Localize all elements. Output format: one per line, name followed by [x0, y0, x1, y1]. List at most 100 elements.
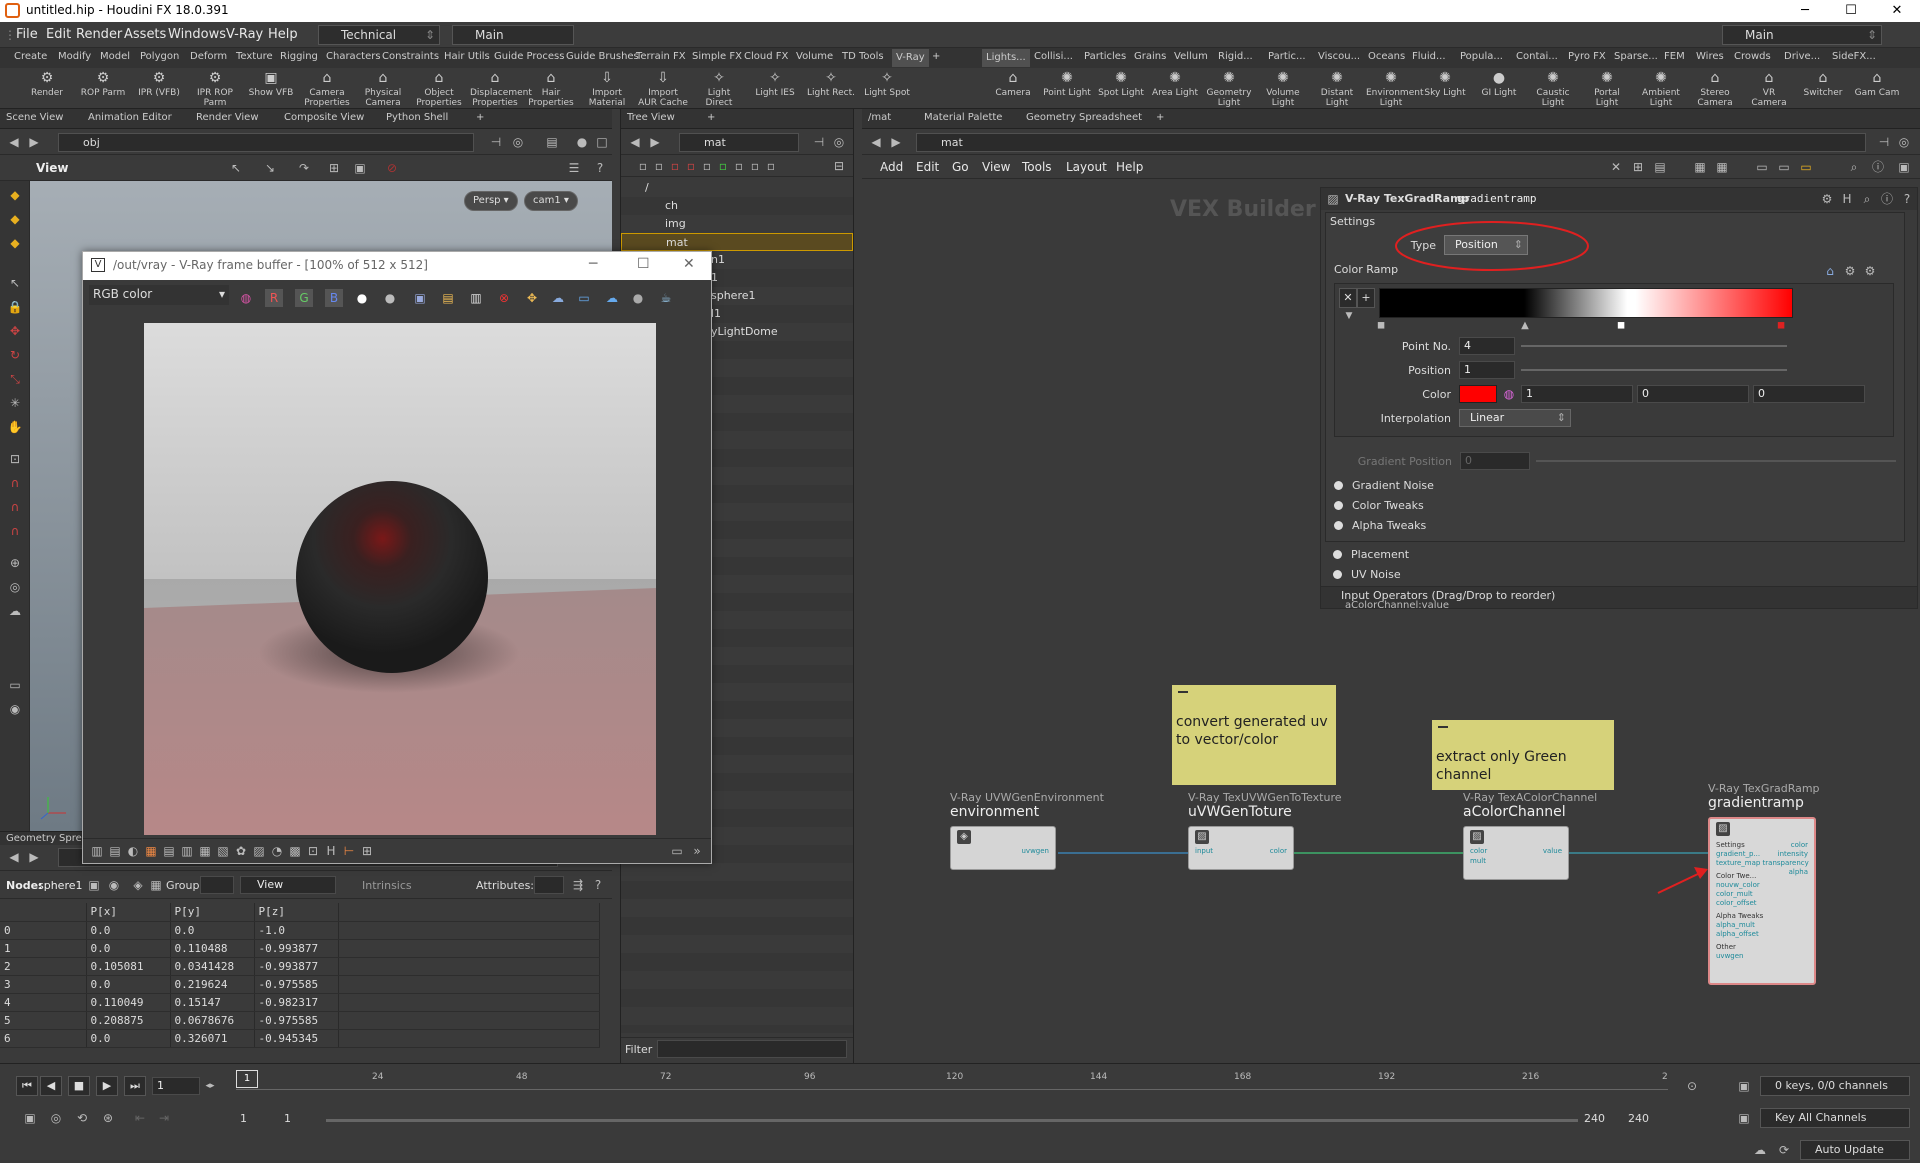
- points-icon[interactable]: ▣: [86, 877, 102, 893]
- gr-port-coloroffset[interactable]: color_offset: [1716, 899, 1757, 907]
- region-render-icon[interactable]: ✥: [523, 289, 541, 307]
- table-row[interactable]: 3 0.0 0.219624 -0.975585: [0, 975, 600, 994]
- menu-assets[interactable]: Assets: [124, 27, 166, 42]
- brush-tool-icon[interactable]: ◆: [7, 211, 23, 227]
- net-menu-add[interactable]: Add: [880, 160, 903, 174]
- tree-add-tab-icon[interactable]: +: [707, 112, 715, 123]
- tree-back-icon[interactable]: ◀: [627, 134, 643, 150]
- node-environment[interactable]: ◈ uvwgen: [950, 826, 1056, 870]
- key-all-channels-button[interactable]: Key All Channels: [1760, 1108, 1910, 1128]
- tool-environment-light[interactable]: ✺ Environment Light: [1366, 70, 1423, 108]
- param-search-icon[interactable]: ⌕: [1859, 191, 1875, 207]
- keys-icon[interactable]: ▣: [1736, 1078, 1752, 1094]
- shelf-tab-constraints[interactable]: Constraints: [382, 51, 439, 62]
- menu-vray[interactable]: V-Ray: [226, 27, 263, 42]
- render-region-icon[interactable]: ☁: [7, 603, 23, 619]
- shelf-tab-oceans-8[interactable]: Oceans: [1368, 51, 1405, 62]
- net-menu-edit[interactable]: Edit: [916, 160, 939, 174]
- ramp-gradient[interactable]: [1379, 288, 1793, 318]
- net-menu-layout[interactable]: Layout: [1066, 160, 1107, 174]
- tool-stereo-camera[interactable]: ⌂ Stereo Camera: [1690, 70, 1740, 108]
- snap-icon[interactable]: ⊞: [326, 160, 342, 176]
- net-menu-go[interactable]: Go: [952, 160, 969, 174]
- net-tool6-icon[interactable]: ▭: [1798, 159, 1814, 175]
- shelf-tab-pyro-fx-12[interactable]: Pyro FX: [1568, 51, 1606, 62]
- status-cloud-icon[interactable]: ☁: [1752, 1142, 1768, 1158]
- net-link-icon[interactable]: ◎: [1896, 134, 1912, 150]
- net-tool2-icon[interactable]: ⊞: [1630, 159, 1646, 175]
- status-refresh-icon[interactable]: ⟳: [1776, 1142, 1792, 1158]
- net-menu-view[interactable]: View: [982, 160, 1010, 174]
- column-header[interactable]: P[y]: [170, 903, 255, 922]
- render-icon[interactable]: ☁: [603, 289, 621, 307]
- shelf-tab-v-ray[interactable]: V-Ray: [892, 49, 929, 67]
- gr-port-alphaoffset[interactable]: alpha_offset: [1716, 930, 1759, 938]
- playhead[interactable]: 1: [236, 1070, 258, 1088]
- red-channel-button[interactable]: R: [265, 289, 283, 307]
- node2-out-port[interactable]: color: [1270, 847, 1287, 855]
- vfb-info-icon[interactable]: ◐: [125, 843, 141, 859]
- light-icon[interactable]: □: [594, 134, 610, 150]
- add-tab-icon[interactable]: +: [476, 112, 484, 123]
- visibility-icon[interactable]: ◉: [7, 701, 23, 717]
- vfb-lut-icon[interactable]: ✿: [233, 843, 249, 859]
- gr-out-color[interactable]: color: [1791, 841, 1808, 849]
- tab-composite-view[interactable]: Composite View: [284, 112, 364, 123]
- ramp-key-2[interactable]: ◼: [1613, 318, 1629, 334]
- folder-color-tweaks[interactable]: Color Tweaks: [1334, 499, 1424, 512]
- tool-light-direct[interactable]: ✧ Light Direct: [694, 70, 744, 108]
- net-grid1-icon[interactable]: ▦: [1692, 159, 1708, 175]
- tool-gi-light[interactable]: ● GI Light: [1474, 70, 1524, 98]
- pose-tool-icon[interactable]: ◆: [7, 187, 23, 203]
- tool-import-material[interactable]: ⇩ Import Material: [582, 70, 632, 108]
- sticky-collapse-icon[interactable]: [1178, 691, 1188, 693]
- primitives-icon[interactable]: ◈: [130, 877, 146, 893]
- tree-filter5-icon[interactable]: ▫: [699, 158, 715, 174]
- net-tool3-icon[interactable]: ▤: [1652, 159, 1668, 175]
- tree-item[interactable]: /: [621, 179, 853, 197]
- tab-animation-editor[interactable]: Animation Editor: [88, 112, 172, 123]
- vfb-curves-icon[interactable]: ▤: [161, 843, 177, 859]
- teapot-icon[interactable]: ☕: [657, 289, 675, 307]
- color-r-field[interactable]: 1: [1521, 385, 1633, 403]
- snapping-tool-icon[interactable]: ⊕: [7, 555, 23, 571]
- tool-caustic-light[interactable]: ✺ Caustic Light: [1528, 70, 1578, 108]
- ramp-gear-icon[interactable]: ⚙: [1862, 263, 1878, 279]
- shelf-tab-polygon[interactable]: Polygon: [140, 51, 179, 62]
- table-row[interactable]: 4 0.110049 0.15147 -0.982317: [0, 993, 600, 1012]
- ss-options-icon[interactable]: ⇶: [570, 877, 586, 893]
- net-pin-icon[interactable]: ⊣: [1876, 134, 1892, 150]
- folder-alpha-tweaks[interactable]: Alpha Tweaks: [1333, 519, 1426, 532]
- magnet3-tool-icon[interactable]: ∩: [7, 523, 23, 539]
- shelf-tab-volume[interactable]: Volume: [796, 51, 833, 62]
- link-ipr-icon[interactable]: ▭: [575, 289, 593, 307]
- shelf-tab-fem-14[interactable]: FEM: [1664, 51, 1685, 62]
- loop-icon[interactable]: ⟲: [74, 1110, 90, 1126]
- shelf-tab-deform[interactable]: Deform: [190, 51, 227, 62]
- shelf-tab-lights--0[interactable]: Lights...: [982, 49, 1030, 67]
- tree-filter4-icon[interactable]: ▫: [683, 158, 699, 174]
- ramp-key-3[interactable]: ◼: [1773, 318, 1789, 334]
- shelf-tab-guide-brushes[interactable]: Guide Brushes: [566, 51, 639, 62]
- column-header[interactable]: P[x]: [86, 903, 171, 922]
- position-slider[interactable]: [1521, 369, 1787, 371]
- ss-help-icon[interactable]: ?: [590, 877, 606, 893]
- node3-in2-port[interactable]: mult: [1470, 857, 1486, 865]
- stop-render-icon[interactable]: ⊗: [495, 289, 513, 307]
- save-image-icon[interactable]: ▣: [411, 289, 429, 307]
- net-grid2-icon[interactable]: ▦: [1714, 159, 1730, 175]
- interpolation-select[interactable]: Linear ⇕: [1459, 409, 1571, 427]
- tool-object-properties[interactable]: ⌂ Object Properties: [414, 70, 464, 108]
- viewer-options-icon[interactable]: ☰: [566, 160, 582, 176]
- shelf-tab-partic--6[interactable]: Partic...: [1268, 51, 1306, 62]
- node-uvwgentoture[interactable]: ▨ input color: [1188, 826, 1294, 870]
- current-frame-field[interactable]: 1: [152, 1077, 200, 1095]
- tool-sky-light[interactable]: ✺ Sky Light: [1420, 70, 1470, 98]
- tool-ipr-vfb-[interactable]: ⚙ IPR (VFB): [134, 70, 184, 98]
- shelf-tab-rigid--5[interactable]: Rigid...: [1218, 51, 1253, 62]
- channel-select[interactable]: RGB color ▾: [89, 285, 229, 305]
- view-select[interactable]: View: [240, 876, 336, 894]
- shelf-tab-cloud-fx[interactable]: Cloud FX: [744, 51, 788, 62]
- shelf-add-tab-icon[interactable]: +: [932, 51, 940, 62]
- color-g-field[interactable]: 0: [1637, 385, 1749, 403]
